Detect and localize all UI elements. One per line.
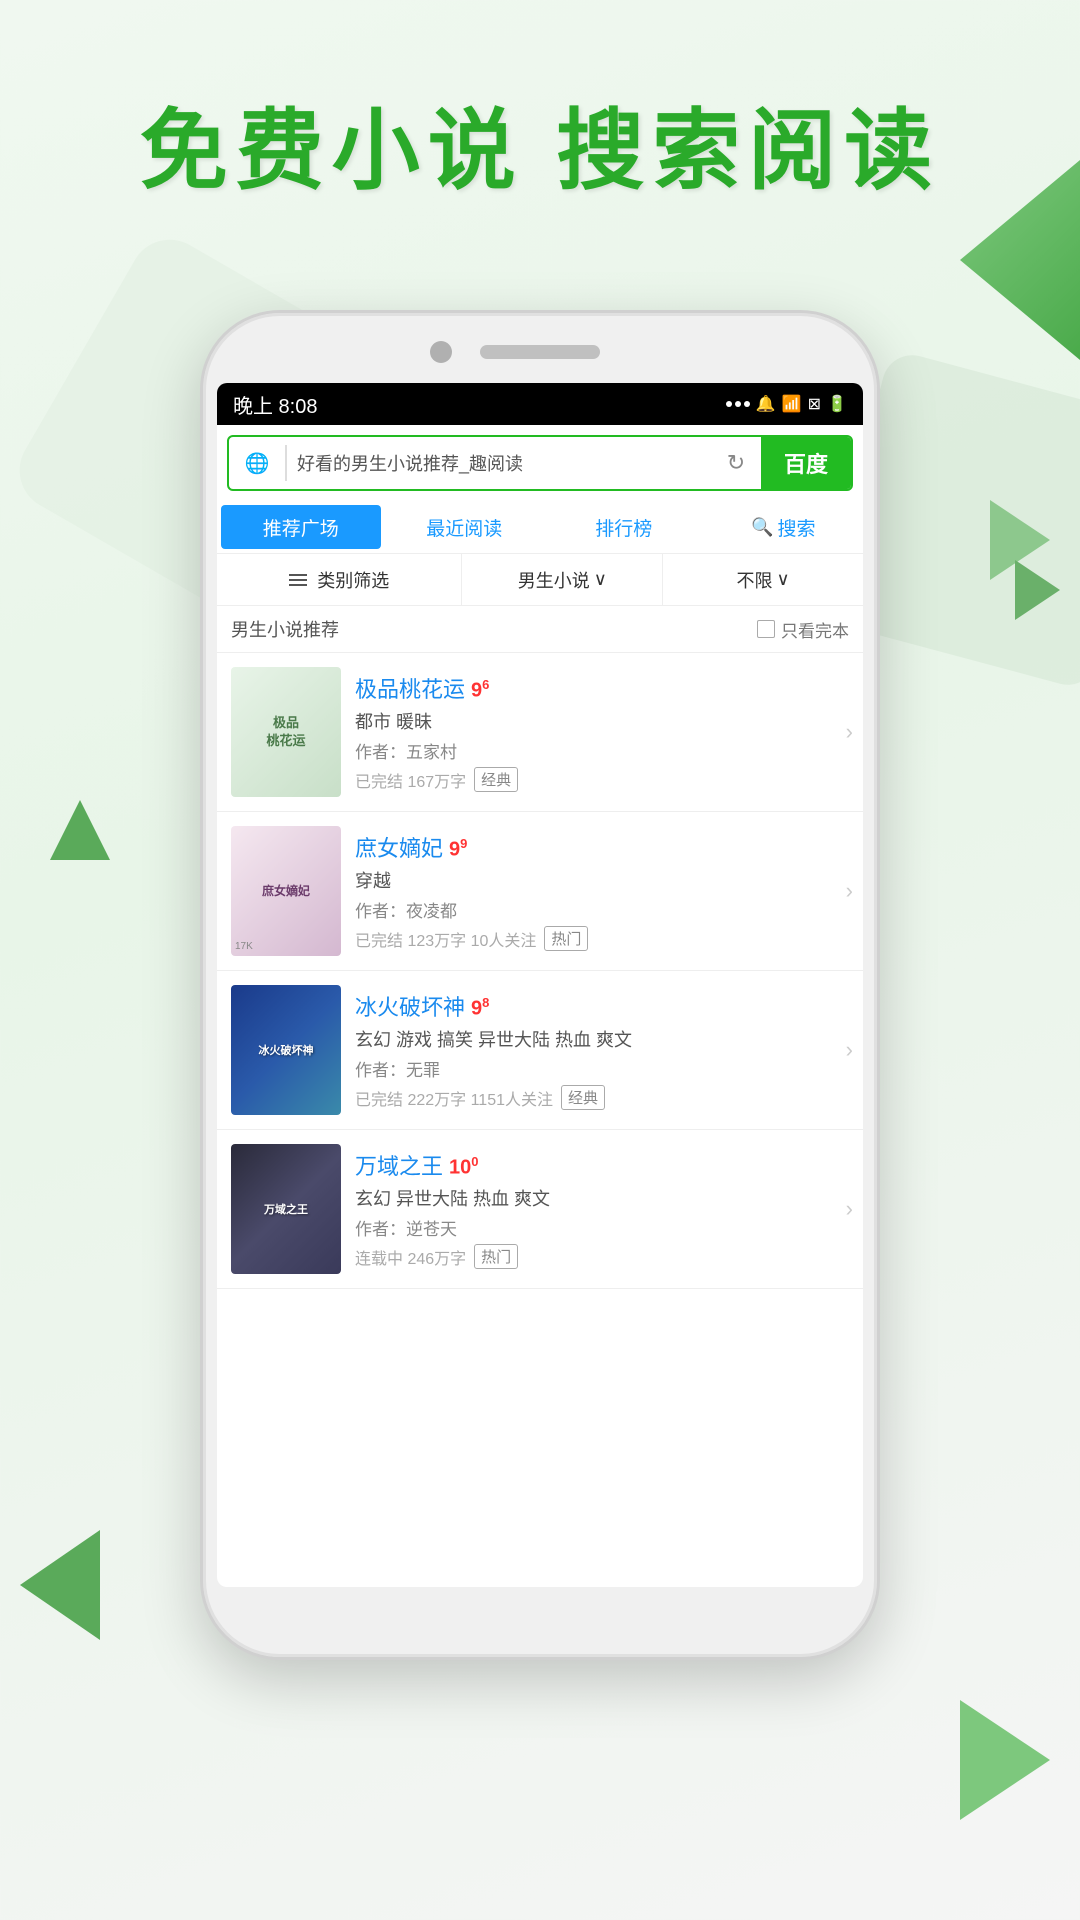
phone-power-button (877, 513, 880, 593)
book-genre-4: 玄幻 异世大陆 热血 爽文 (355, 1185, 849, 1211)
phone-speaker (480, 345, 600, 359)
arrow-icon-1: › (846, 719, 853, 745)
filter-genre-label: 男生小说 (518, 567, 590, 593)
search-icon: 🔍 (751, 517, 773, 538)
book-info-1: 极品桃花运 96 都市 暖昧 作者：五家村 已完结 167万字 经典 (355, 667, 849, 797)
bg-triangle-bottom-left (20, 1530, 100, 1640)
section-title: 男生小说推荐 (231, 616, 339, 642)
globe-icon: 🌐 (237, 443, 277, 483)
arrow-icon-2: › (846, 878, 853, 904)
status-bar: 晚上 8:08 🔔 📶 ⊠ 🔋 (217, 383, 863, 425)
filter-category[interactable]: 类别筛选 (217, 554, 462, 605)
book-badge-1: 经典 (474, 767, 518, 792)
page-title: 免费小说 搜索阅读 (0, 80, 1080, 207)
status-time: 晚上 8:08 (233, 390, 317, 419)
search-bar[interactable]: 🌐 ↻ 百度 (227, 435, 853, 491)
book-title-4: 万域之王 (355, 1149, 443, 1181)
book-rating-3: 98 (471, 995, 489, 1021)
data-icon: ⊠ (808, 394, 821, 414)
refresh-icon[interactable]: ↻ (711, 438, 761, 488)
book-genre-2: 穿越 (355, 867, 849, 893)
book-title-3: 冰火破坏神 (355, 990, 465, 1022)
chevron-down-icon: ∨ (594, 569, 607, 590)
wifi-icon: 📶 (782, 394, 802, 414)
book-cover-1: 极品桃花运 (231, 667, 341, 797)
book-rating-4: 100 (449, 1154, 478, 1180)
book-rating-2: 99 (449, 836, 467, 862)
tab-recommend[interactable]: 推荐广场 (221, 505, 381, 549)
phone-screen: 晚上 8:08 🔔 📶 ⊠ 🔋 🌐 ↻ (217, 383, 863, 1587)
baidu-search-button[interactable]: 百度 (761, 435, 851, 491)
filter-limit-label: 不限 (737, 567, 773, 593)
tab-ranking[interactable]: 排行榜 (544, 501, 704, 553)
complete-only-checkbox[interactable]: 只看完本 (757, 617, 849, 642)
list-item[interactable]: 庶女嫡妃 17K 庶女嫡妃 99 穿越 作者：夜凌都 已完结 123万字 10人… (217, 812, 863, 971)
book-cover-4: 万域之王 (231, 1144, 341, 1274)
bg-triangle-small (50, 800, 110, 860)
phone-volume-up-button (200, 543, 203, 613)
arrow-icon-4: › (846, 1196, 853, 1222)
book-list: 极品桃花运 极品桃花运 96 都市 暖昧 作者：五家村 已完结 167万字 经典 (217, 653, 863, 1587)
section-header: 男生小说推荐 只看完本 (217, 606, 863, 653)
book-title-1: 极品桃花运 (355, 672, 465, 704)
signal-icon (726, 401, 750, 407)
book-genre-3: 玄幻 游戏 搞笑 异世大陆 热血 爽文 (355, 1026, 849, 1052)
tab-search[interactable]: 🔍 搜索 (704, 501, 864, 553)
bg-triangle-bottom-right (960, 1700, 1050, 1820)
search-input[interactable] (287, 453, 711, 474)
filter-limit[interactable]: 不限 ∨ (663, 554, 863, 605)
phone-body: 晚上 8:08 🔔 📶 ⊠ 🔋 🌐 ↻ (200, 310, 880, 1660)
book-rating-1: 96 (471, 677, 489, 703)
book-cover-3: 冰火破坏神 (231, 985, 341, 1115)
status-icons: 🔔 📶 ⊠ 🔋 (726, 394, 847, 414)
list-item[interactable]: 极品桃花运 极品桃花运 96 都市 暖昧 作者：五家村 已完结 167万字 经典 (217, 653, 863, 812)
filter-lines-icon (289, 574, 307, 586)
phone-volume-down-button (200, 633, 203, 703)
book-author-2: 作者：夜凌都 (355, 897, 849, 922)
book-stats-4: 连载中 246万字 热门 (355, 1244, 849, 1269)
book-author-4: 作者：逆苍天 (355, 1215, 849, 1240)
tab-search-label: 搜索 (777, 514, 815, 541)
phone-camera (430, 341, 452, 363)
mute-icon: 🔔 (756, 394, 776, 414)
chevron-down-icon-2: ∨ (777, 569, 790, 590)
book-author-1: 作者：五家村 (355, 738, 849, 763)
phone-mute-button (200, 473, 203, 523)
arrow-icon-3: › (846, 1037, 853, 1063)
battery-icon: 🔋 (827, 394, 847, 414)
book-info-2: 庶女嫡妃 99 穿越 作者：夜凌都 已完结 123万字 10人关注 热门 (355, 826, 849, 956)
book-author-3: 作者：无罪 (355, 1056, 849, 1081)
list-item[interactable]: 冰火破坏神 冰火破坏神 98 玄幻 游戏 搞笑 异世大陆 热血 爽文 作者：无罪… (217, 971, 863, 1130)
checkbox-icon[interactable] (757, 620, 775, 638)
nav-tabs: 推荐广场 最近阅读 排行榜 🔍 搜索 (217, 501, 863, 554)
book-info-3: 冰火破坏神 98 玄幻 游戏 搞笑 异世大陆 热血 爽文 作者：无罪 已完结 2… (355, 985, 849, 1115)
list-item[interactable]: 万域之王 万域之王 100 玄幻 异世大陆 热血 爽文 作者：逆苍天 连载中 2… (217, 1130, 863, 1289)
book-title-2: 庶女嫡妃 (355, 831, 443, 863)
filter-bar: 类别筛选 男生小说 ∨ 不限 ∨ (217, 554, 863, 606)
complete-only-label: 只看完本 (781, 617, 849, 642)
book-info-4: 万域之王 100 玄幻 异世大陆 热血 爽文 作者：逆苍天 连载中 246万字 … (355, 1144, 849, 1274)
book-cover-2: 庶女嫡妃 17K (231, 826, 341, 956)
book-stats-1: 已完结 167万字 经典 (355, 767, 849, 792)
tab-recent[interactable]: 最近阅读 (385, 501, 545, 553)
book-genre-1: 都市 暖昧 (355, 708, 849, 734)
phone-mockup: 晚上 8:08 🔔 📶 ⊠ 🔋 🌐 ↻ (200, 310, 880, 1660)
book-badge-3: 经典 (561, 1085, 605, 1110)
filter-category-label: 类别筛选 (317, 567, 389, 593)
bg-triangle-right-2 (1015, 560, 1060, 620)
book-badge-2: 热门 (544, 926, 588, 951)
book-badge-4: 热门 (474, 1244, 518, 1269)
book-stats-2: 已完结 123万字 10人关注 热门 (355, 926, 849, 951)
book-stats-3: 已完结 222万字 1151人关注 经典 (355, 1085, 849, 1110)
filter-genre[interactable]: 男生小说 ∨ (462, 554, 663, 605)
